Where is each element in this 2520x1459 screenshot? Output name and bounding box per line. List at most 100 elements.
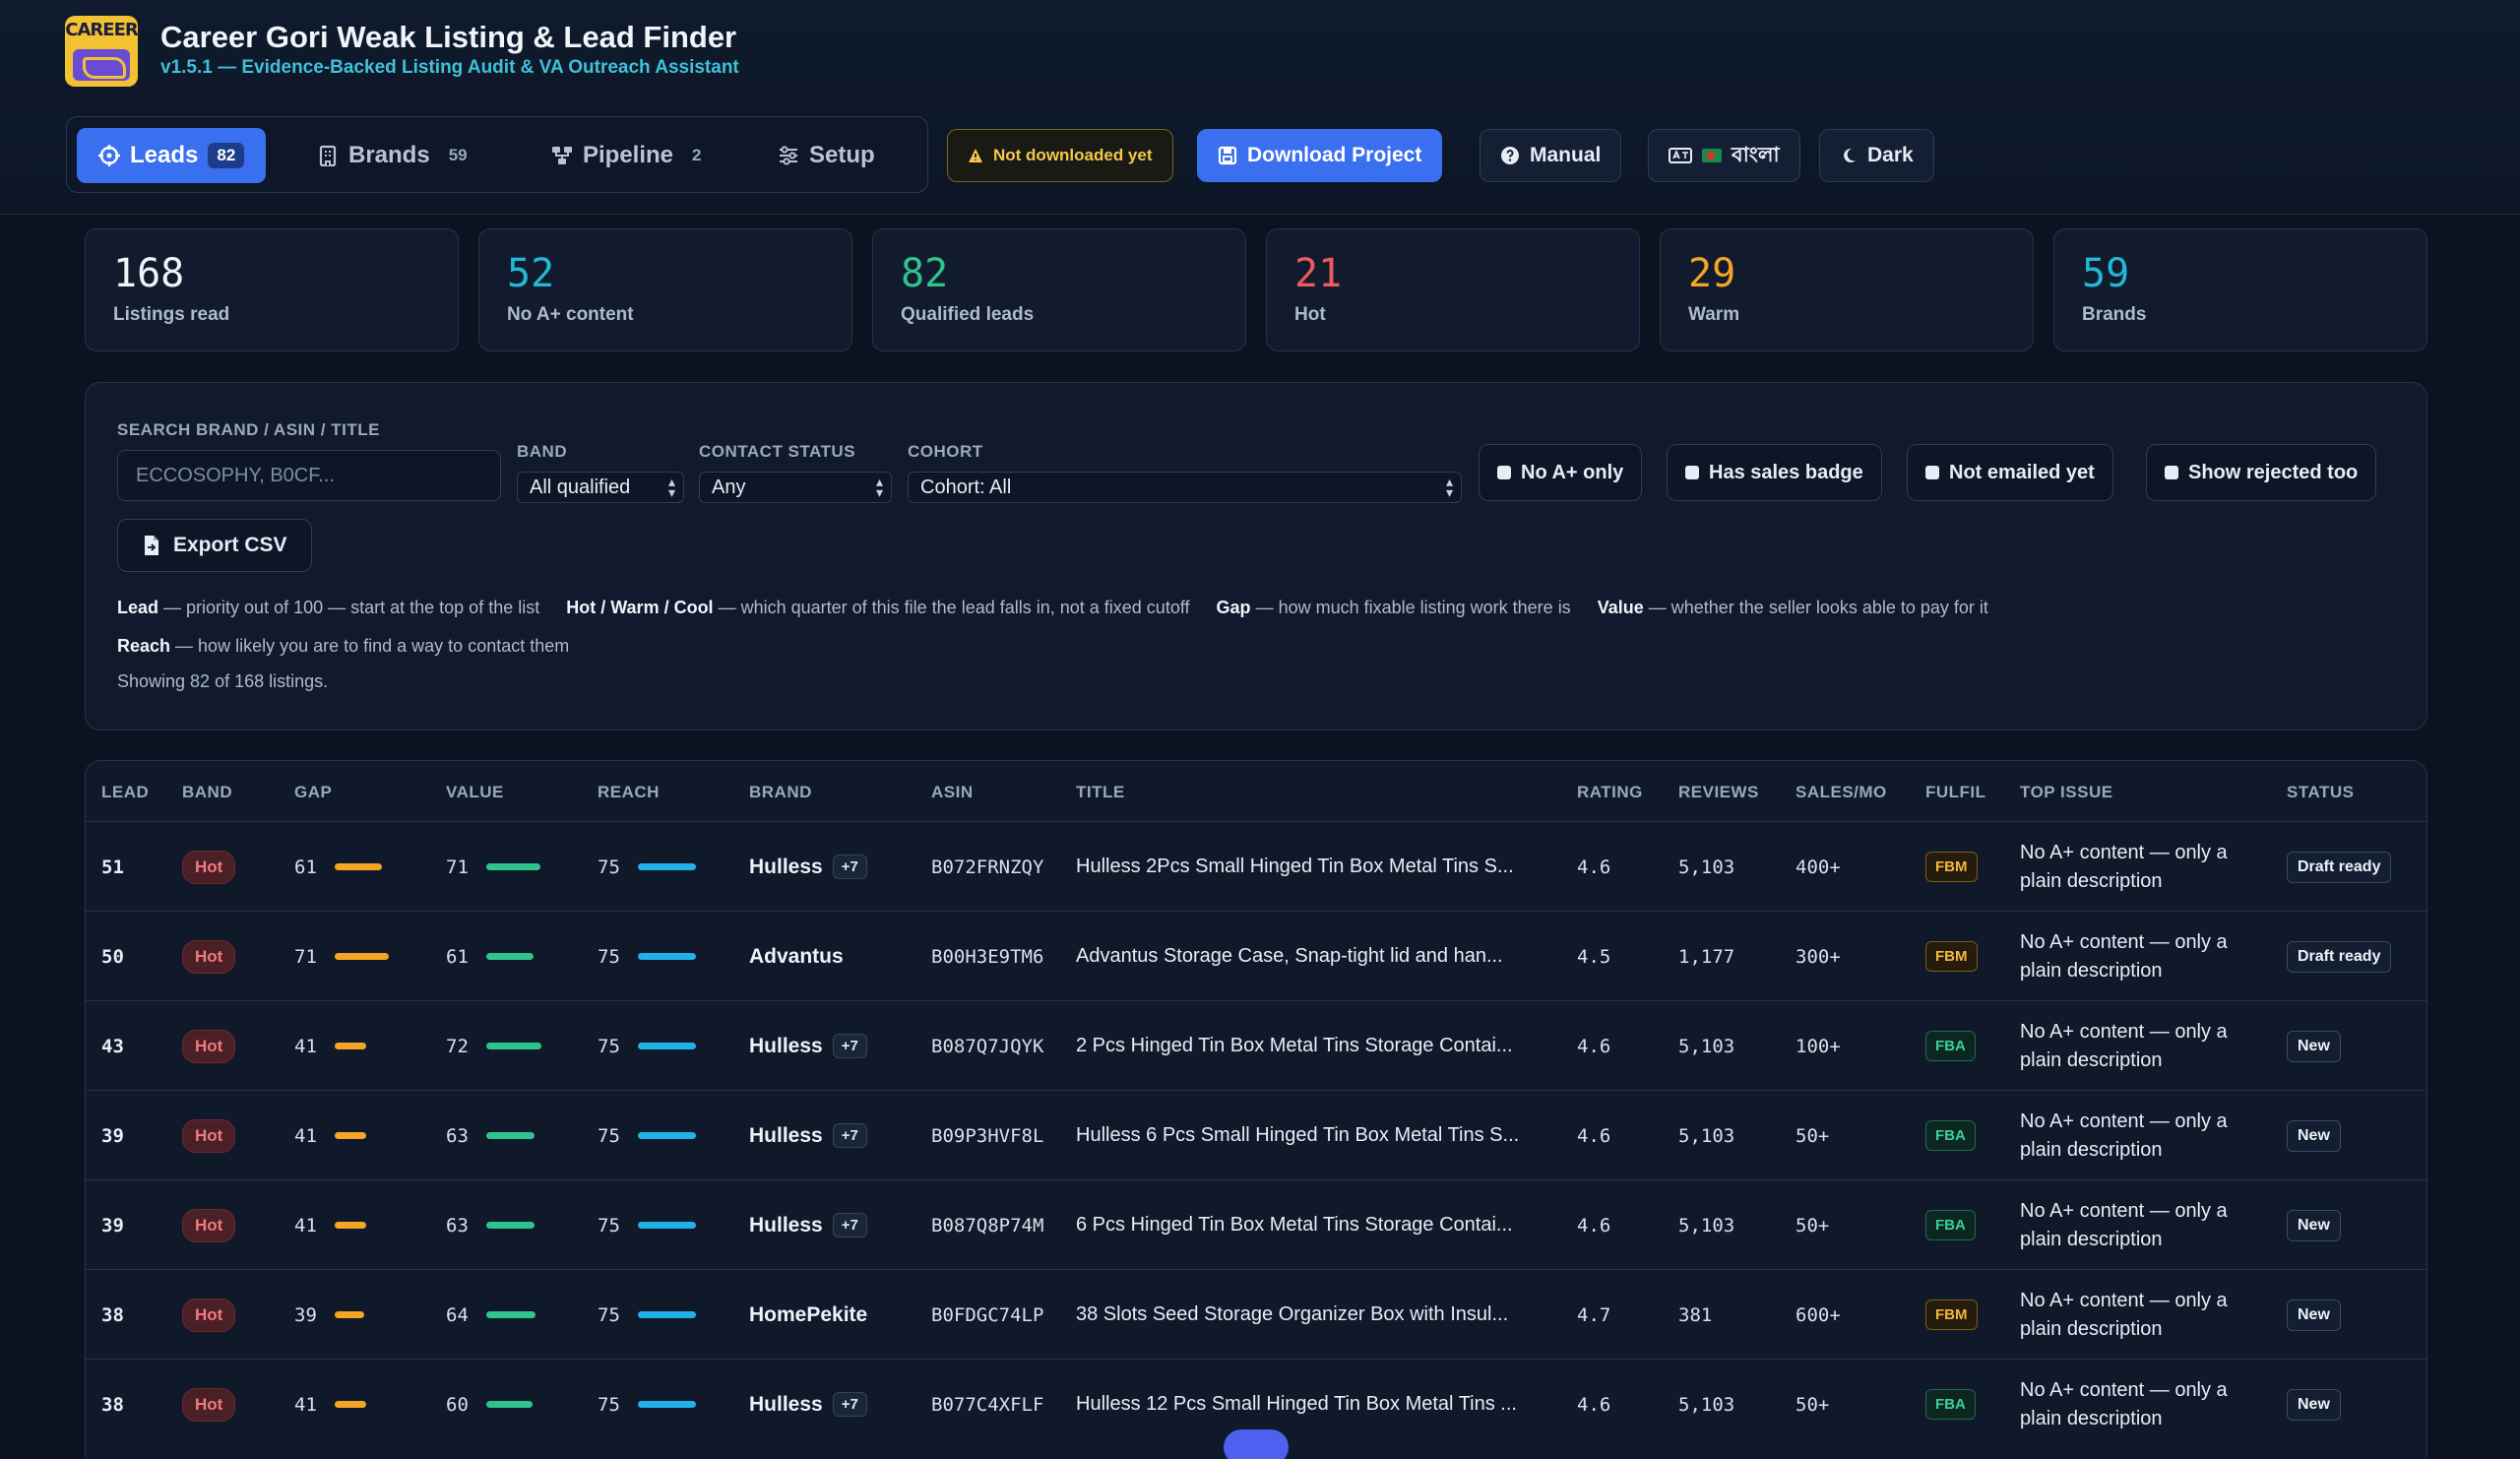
band-badge: Hot (182, 850, 236, 884)
table-row[interactable]: 43 Hot 41 72 75 Hulless +7 B087Q7JQYK 2 Pcs Hing… (86, 1000, 2426, 1091)
export-csv-button[interactable]: Export CSV (117, 519, 312, 572)
column-header[interactable]: VALUE (446, 783, 504, 802)
asin[interactable]: B077C4XFLF (931, 1360, 1043, 1449)
more-listings-badge[interactable]: +7 (832, 1034, 867, 1058)
asin[interactable]: B00H3E9TM6 (931, 912, 1043, 1001)
more-listings-badge[interactable]: +7 (832, 1123, 867, 1148)
column-header[interactable]: STATUS (2287, 783, 2354, 802)
workflow-icon (552, 147, 572, 164)
lead-score: 50 (101, 945, 124, 968)
listing-title[interactable]: Hulless 6 Pcs Small Hinged Tin Box Metal… (1076, 1091, 1519, 1180)
column-header[interactable]: REVIEWS (1678, 783, 1759, 802)
listing-title[interactable]: Hulless 2Pcs Small Hinged Tin Box Metal … (1076, 822, 1514, 912)
more-listings-badge[interactable]: +7 (832, 855, 867, 879)
status-badge[interactable]: New (2287, 1209, 2341, 1241)
not-downloaded-label: Not downloaded yet (993, 146, 1153, 164)
brand-name[interactable]: Hulless (749, 856, 823, 879)
column-header[interactable]: RATING (1577, 783, 1643, 802)
stat-card-warm: 29 Warm (1660, 228, 2034, 351)
listing-title[interactable]: Hulless 12 Pcs Small Hinged Tin Box Meta… (1076, 1360, 1517, 1449)
has-sales-badge-checkbox[interactable]: Has sales badge (1667, 444, 1882, 501)
value-bar (485, 863, 540, 870)
brand-name[interactable]: Hulless (749, 1124, 823, 1148)
contact-status-value: Any (712, 476, 746, 498)
listing-title[interactable]: 6 Pcs Hinged Tin Box Metal Tins Storage … (1076, 1180, 1513, 1270)
listing-title[interactable]: 2 Pcs Hinged Tin Box Metal Tins Storage … (1076, 1001, 1513, 1091)
asin[interactable]: B09P3HVF8L (931, 1091, 1043, 1180)
column-header[interactable]: SALES/MO (1796, 783, 1887, 802)
table-row[interactable]: 51 Hot 61 71 75 Hulless +7 B072FRNZQY Hulless 2P… (86, 821, 2426, 912)
top-issue: No A+ content — only a plain description (2020, 1378, 2228, 1429)
show-rejected-checkbox[interactable]: Show rejected too (2146, 444, 2377, 501)
rating: 4.6 (1577, 1214, 1611, 1237)
reach-bar (637, 863, 696, 870)
brand-name[interactable]: Hulless (749, 1393, 823, 1417)
brand-name[interactable]: Advantus (749, 945, 844, 969)
band-select[interactable]: All qualified ▴ ▾ (517, 472, 684, 503)
column-header[interactable]: GAP (294, 783, 332, 802)
brand-name[interactable]: Hulless (749, 1214, 823, 1237)
column-header[interactable]: TITLE (1076, 783, 1125, 802)
reach-value: 75 (598, 1214, 620, 1237)
listing-title[interactable]: 38 Slots Seed Storage Organizer Box with… (1076, 1270, 1508, 1360)
listing-title[interactable]: Advantus Storage Case, Snap-tight lid an… (1076, 912, 1503, 1001)
stat-value: 59 (2082, 251, 2130, 296)
value-value: 63 (446, 1214, 469, 1237)
status-badge[interactable]: New (2287, 1119, 2341, 1152)
column-header[interactable]: BAND (182, 783, 232, 802)
tab-brands[interactable]: Brands 59 (295, 128, 498, 183)
tab-setup[interactable]: Setup (756, 128, 897, 183)
asin[interactable]: B087Q7JQYK (931, 1001, 1043, 1091)
brand-name[interactable]: HomePekite (749, 1303, 867, 1327)
not-emailed-yet-checkbox[interactable]: Not emailed yet (1907, 444, 2113, 501)
manual-button[interactable]: Manual (1480, 129, 1622, 182)
contact-status-select[interactable]: Any ▴ ▾ (699, 472, 892, 503)
legend-desc: — whether the seller looks able to pay f… (1648, 598, 1988, 617)
asin[interactable]: B0FDGC74LP (931, 1270, 1043, 1360)
column-header[interactable]: BRAND (749, 783, 812, 802)
band-value: All qualified (530, 476, 631, 498)
building-icon (319, 145, 337, 166)
no-aplus-only-checkbox[interactable]: No A+ only (1479, 444, 1643, 501)
sales-per-month: 600+ (1796, 1303, 1841, 1326)
column-header[interactable]: FULFIL (1925, 783, 1986, 802)
logo-emblem (73, 49, 130, 81)
column-header[interactable]: LEAD (101, 783, 149, 802)
value-value: 61 (446, 945, 469, 968)
table-row[interactable]: 38 Hot 39 64 75 HomePekite B0FDGC74LP 38 Slots … (86, 1269, 2426, 1360)
status-badge[interactable]: New (2287, 1388, 2341, 1421)
sales-per-month: 50+ (1796, 1214, 1830, 1237)
search-input[interactable]: ECCOSOPHY, B0CF... (117, 450, 501, 501)
brand-name[interactable]: Hulless (749, 1035, 823, 1058)
theme-toggle-button[interactable]: Dark (1819, 129, 1934, 182)
language-button[interactable]: বাংলা (1648, 129, 1800, 182)
more-listings-badge[interactable]: +7 (832, 1392, 867, 1417)
stat-card-brands: 59 Brands (2053, 228, 2427, 351)
cohort-select[interactable]: Cohort: All ▴ ▾ (908, 472, 1462, 503)
scroll-to-top-handle[interactable] (1224, 1429, 1289, 1459)
download-project-button[interactable]: Download Project (1197, 129, 1443, 182)
band-badge: Hot (182, 1298, 236, 1332)
column-header[interactable]: REACH (598, 783, 660, 802)
asin[interactable]: B087Q8P74M (931, 1180, 1043, 1270)
tab-count: 59 (448, 146, 468, 164)
legend-term: Gap (1216, 598, 1251, 617)
reviews: 5,103 (1678, 1035, 1735, 1057)
filter-panel: SEARCH BRAND / ASIN / TITLE ECCOSOPHY, B… (85, 382, 2427, 730)
status-badge[interactable]: Draft ready (2287, 940, 2392, 973)
legend-term: Reach (117, 636, 171, 656)
asin[interactable]: B072FRNZQY (931, 822, 1043, 912)
status-badge[interactable]: Draft ready (2287, 851, 2392, 883)
status-badge[interactable]: New (2287, 1299, 2341, 1331)
table-row[interactable]: 39 Hot 41 63 75 Hulless +7 B09P3HVF8L Hulless 6 … (86, 1090, 2426, 1180)
column-header[interactable]: TOP ISSUE (2020, 783, 2113, 802)
table-row[interactable]: 39 Hot 41 63 75 Hulless +7 B087Q8P74M 6 Pcs Hing… (86, 1179, 2426, 1270)
status-badge[interactable]: New (2287, 1030, 2341, 1062)
tab-leads[interactable]: Leads 82 (77, 128, 267, 183)
column-header[interactable]: ASIN (931, 783, 974, 802)
fulfilment-badge: FBM (1925, 852, 1978, 882)
gap-value: 41 (294, 1035, 317, 1057)
tab-pipeline[interactable]: Pipeline 2 (530, 128, 732, 183)
more-listings-badge[interactable]: +7 (832, 1213, 867, 1237)
table-row[interactable]: 50 Hot 71 61 75 Advantus B00H3E9TM6 Advantus St… (86, 911, 2426, 1001)
